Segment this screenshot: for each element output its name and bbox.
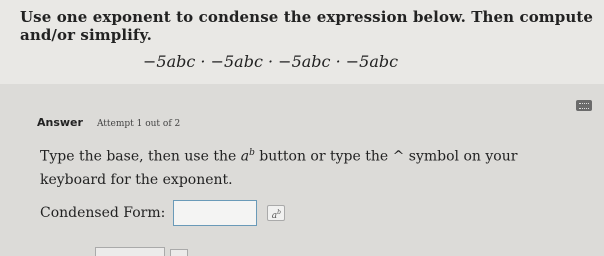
answer-header: Answer Attempt 1 out of 2 xyxy=(37,116,180,129)
question-instruction: Use one exponent to condense the express… xyxy=(20,8,594,44)
exponent-button-b: b xyxy=(277,209,281,216)
instructions-text: Type the base, then use the ab button or… xyxy=(40,142,580,192)
answer-label: Answer xyxy=(37,116,83,129)
instructions-pre: Type the base, then use the xyxy=(40,148,241,165)
condensed-form-label: Condensed Form: xyxy=(40,205,166,221)
page: Use one exponent to condense the express… xyxy=(0,0,604,256)
second-answer-input[interactable] xyxy=(95,247,165,256)
condensed-form-row: Condensed Form: ab xyxy=(40,200,286,226)
attempt-counter: Attempt 1 out of 2 xyxy=(96,119,181,129)
keyboard-icon[interactable] xyxy=(576,100,592,111)
exponent-button[interactable]: ab xyxy=(267,205,286,221)
condensed-form-input[interactable] xyxy=(173,200,258,226)
second-exponent-button[interactable] xyxy=(170,249,188,256)
answer-section: Answer Attempt 1 out of 2 Type the base,… xyxy=(0,84,604,256)
question-section: Use one exponent to condense the express… xyxy=(0,0,604,84)
math-expression: −5abc · −5abc · −5abc · −5abc xyxy=(143,52,399,71)
instructions-base-a: a xyxy=(240,148,250,165)
